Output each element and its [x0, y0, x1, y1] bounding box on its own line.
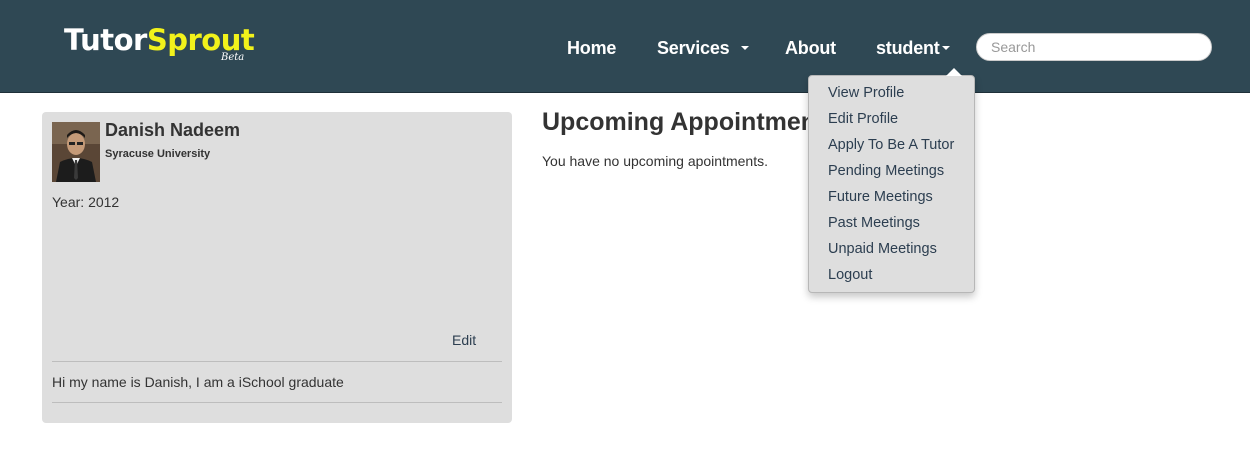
menu-item-unpaid-meetings[interactable]: Unpaid Meetings: [809, 238, 974, 264]
person-photo-icon: [52, 122, 100, 182]
nav-services[interactable]: Services: [657, 36, 750, 60]
divider: [52, 402, 502, 403]
empty-appointments-message: You have no upcoming apointments.: [542, 153, 768, 169]
divider: [52, 361, 502, 362]
user-dropdown-menu: View Profile Edit Profile Apply To Be A …: [808, 75, 975, 293]
profile-bio: Hi my name is Danish, I am a iSchool gra…: [52, 374, 344, 390]
nav-services-label: Services: [657, 38, 730, 58]
nav-about[interactable]: About: [785, 36, 836, 60]
menu-item-past-meetings[interactable]: Past Meetings: [809, 212, 974, 238]
profile-card: Danish Nadeem Syracuse University Year: …: [42, 112, 512, 423]
menu-item-future-meetings[interactable]: Future Meetings: [809, 186, 974, 212]
menu-item-apply-tutor[interactable]: Apply To Be A Tutor: [809, 134, 974, 160]
page-title: Upcoming Appointments: [542, 108, 839, 136]
menu-item-pending-meetings[interactable]: Pending Meetings: [809, 160, 974, 186]
nav-user-label: student: [876, 38, 940, 58]
beta-badge: Beta: [221, 52, 245, 63]
search-input[interactable]: [976, 33, 1212, 61]
dropdown-pointer: [946, 68, 962, 76]
menu-item-view-profile[interactable]: View Profile: [809, 82, 974, 108]
top-navbar: TutorSprout Beta Home Services About stu…: [0, 0, 1250, 93]
chevron-down-icon: [941, 45, 950, 50]
edit-profile-link[interactable]: Edit: [452, 332, 476, 348]
profile-name: Danish Nadeem: [105, 120, 241, 140]
brand-name-part1: Tutor: [64, 23, 147, 57]
nav-home[interactable]: Home: [567, 36, 616, 60]
profile-school: Syracuse University: [105, 148, 211, 160]
menu-item-edit-profile[interactable]: Edit Profile: [809, 108, 974, 134]
menu-item-logout[interactable]: Logout: [809, 264, 974, 290]
avatar: [52, 122, 100, 182]
nav-user-menu[interactable]: student: [876, 36, 950, 60]
chevron-down-icon: [741, 45, 750, 50]
profile-year: Year: 2012: [52, 194, 120, 210]
